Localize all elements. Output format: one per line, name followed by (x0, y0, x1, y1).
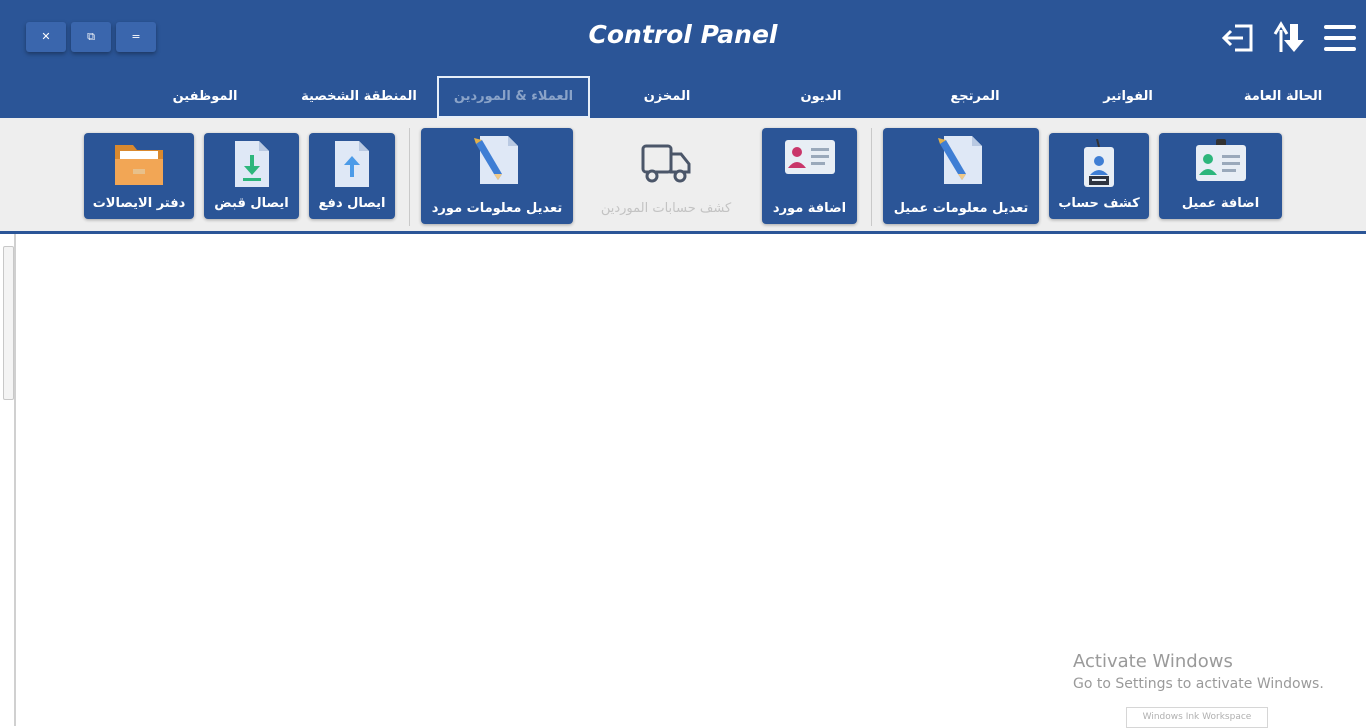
tab-customers-suppliers[interactable]: العملاء & الموردين (437, 76, 590, 118)
tab-debts[interactable]: الديون (768, 76, 874, 118)
tab-returns[interactable]: المرتجع (922, 76, 1028, 118)
add-supplier-button[interactable]: اضافة مورد (762, 128, 857, 224)
receipt-voucher-button[interactable]: ايصال قبض (204, 133, 299, 219)
payment-receipt-label: ايصال دفع (318, 196, 386, 211)
badge-icon (1079, 138, 1119, 193)
add-supplier-label: اضافة مورد (772, 201, 847, 216)
toolbar-bottom-border (0, 231, 1366, 234)
toolbar-separator (409, 128, 410, 226)
content-left-border (14, 234, 16, 726)
suppliers-statements-label: كشف حسابات الموردين (600, 201, 732, 216)
tab-general-status[interactable]: الحالة العامة (1225, 76, 1341, 118)
ink-workspace-box: Windows Ink Workspace (1126, 707, 1268, 728)
menu-icon[interactable] (1322, 20, 1358, 56)
account-statement-label: كشف حساب (1058, 196, 1140, 211)
account-statement-button[interactable]: كشف حساب (1049, 133, 1149, 219)
toolbar-separator (871, 128, 872, 226)
vertical-scrollbar[interactable] (3, 246, 14, 400)
tab-warehouse[interactable]: المخزن (614, 76, 720, 118)
receipt-voucher-label: ايصال قبض (214, 196, 289, 211)
edit-supplier-label: تعديل معلومات مورد (431, 201, 563, 216)
activation-watermark-title: Activate Windows (1073, 651, 1233, 672)
download-document-icon (229, 139, 275, 193)
payment-receipt-button[interactable]: ايصال دفع (309, 133, 395, 219)
tab-employees[interactable]: الموظفين (152, 76, 258, 118)
upload-document-icon (329, 139, 375, 193)
id-card-icon (783, 134, 837, 182)
sort-icon[interactable] (1271, 20, 1307, 56)
activation-watermark-subtitle: Go to Settings to activate Windows. (1073, 676, 1324, 692)
id-card-icon (1194, 139, 1248, 187)
edit-document-icon (936, 134, 986, 190)
edit-document-icon (472, 134, 522, 190)
header-bar: ✕ ⧉ = Control Panel الحالة العامة الفوات… (0, 0, 1366, 118)
ribbon-toolbar: اضافة عميل كشف حساب تعديل معلومات عميل ا… (0, 118, 1366, 231)
edit-customer-label: تعديل معلومات عميل (893, 201, 1029, 216)
tab-personal-area[interactable]: المنطقة الشخصية (296, 76, 422, 118)
suppliers-statements-button[interactable]: كشف حسابات الموردين (590, 128, 742, 224)
receipts-book-label: دفتر الايصالات (92, 196, 186, 211)
folder-icon (113, 139, 165, 191)
receipts-book-button[interactable]: دفتر الايصالات (84, 133, 194, 219)
truck-icon (639, 140, 693, 188)
tab-invoices[interactable]: الفواتير (1075, 76, 1181, 118)
app-title: Control Panel (588, 20, 778, 49)
add-customer-button[interactable]: اضافة عميل (1159, 133, 1282, 219)
add-customer-label: اضافة عميل (1181, 196, 1260, 211)
logout-icon[interactable] (1221, 20, 1257, 56)
edit-customer-button[interactable]: تعديل معلومات عميل (883, 128, 1039, 224)
edit-supplier-button[interactable]: تعديل معلومات مورد (421, 128, 573, 224)
